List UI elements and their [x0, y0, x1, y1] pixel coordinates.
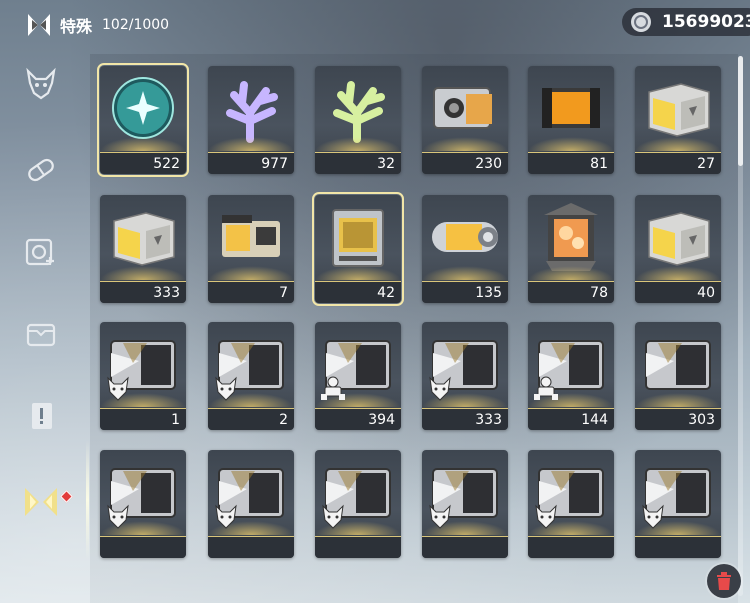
inventory-item-silver-crate[interactable]: [100, 450, 186, 558]
inventory-item-silver-crate[interactable]: [635, 450, 721, 558]
crate-icon: [26, 323, 56, 347]
item-quantity: [100, 536, 186, 558]
sidebar-item-demon[interactable]: [22, 65, 60, 103]
hourglass-logo-icon: [28, 14, 50, 36]
wolf-emblem-icon: [107, 504, 129, 529]
item-quantity: [422, 536, 508, 558]
wolf-emblem-icon: [215, 376, 237, 401]
inventory-item-yellow-device[interactable]: 7: [208, 195, 294, 303]
pill-capsule-icon: [28, 158, 54, 182]
inventory-count: 102/1000: [102, 17, 170, 33]
item-quantity: 27: [635, 152, 721, 174]
alert-document-icon: [32, 403, 52, 429]
item-quantity: 32: [315, 152, 401, 174]
item-quantity: 144: [528, 408, 614, 430]
item-quantity: 394: [315, 408, 401, 430]
item-quantity: 333: [100, 281, 186, 303]
wolf-emblem-icon: [429, 376, 451, 401]
wolf-emblem-icon: [107, 376, 129, 401]
currency-display[interactable]: 15699023: [622, 8, 750, 36]
item-quantity: 78: [528, 281, 614, 303]
item-glow: [635, 393, 721, 407]
item-quantity: [315, 536, 401, 558]
item-quantity: 2: [208, 408, 294, 430]
item-quantity: 303: [635, 408, 721, 430]
sidebar-item-crate[interactable]: [22, 315, 60, 353]
notification-dot: [60, 490, 73, 503]
item-quantity: 522: [100, 152, 186, 174]
discard-button[interactable]: [707, 564, 741, 598]
inventory-item-gold-box[interactable]: 333: [100, 195, 186, 303]
item-glow: [315, 266, 401, 280]
trash-icon: [717, 572, 731, 590]
inventory-item-silver-crate[interactable]: [315, 450, 401, 558]
currency-amount: 15699023: [662, 12, 750, 32]
mech-emblem-icon: [321, 376, 345, 400]
inventory-item-gold-box[interactable]: 27: [635, 66, 721, 174]
item-glow: [528, 266, 614, 280]
item-glow: [208, 137, 294, 151]
item-glow: [422, 266, 508, 280]
wolf-emblem-icon: [535, 504, 557, 529]
inventory-item-gold-box[interactable]: 40: [635, 195, 721, 303]
sidebar-item-module[interactable]: [22, 233, 60, 271]
inventory-item-silver-crate[interactable]: [208, 450, 294, 558]
inventory-item-silver-crate[interactable]: 394: [315, 322, 401, 430]
inventory-item-printer[interactable]: 42: [312, 192, 404, 306]
item-quantity: 135: [422, 281, 508, 303]
category-sidebar: [0, 55, 85, 603]
scrollbar-thumb[interactable]: [738, 56, 743, 166]
item-quantity: 42: [315, 281, 401, 303]
item-quantity: 40: [635, 281, 721, 303]
inventory-item-silver-crate[interactable]: 333: [422, 322, 508, 430]
item-glow: [635, 266, 721, 280]
inventory-item-coral-rainbow[interactable]: 977: [208, 66, 294, 174]
inventory-item-coral-gold[interactable]: 32: [315, 66, 401, 174]
inventory-item-silver-crate[interactable]: 144: [528, 322, 614, 430]
special-hourglass-icon: [25, 488, 57, 516]
wolf-emblem-icon: [322, 504, 344, 529]
inventory-item-silver-crate[interactable]: [422, 450, 508, 558]
item-glow: [635, 137, 721, 151]
page-title: 特殊: [60, 17, 93, 36]
wolf-emblem-icon: [215, 504, 237, 529]
item-quantity: [208, 536, 294, 558]
demon-mask-icon: [26, 67, 56, 100]
module-plus-icon: [25, 238, 54, 266]
item-glow: [528, 137, 614, 151]
inventory-item-silver-crate[interactable]: [528, 450, 614, 558]
item-glow: [100, 266, 186, 280]
item-quantity: [528, 536, 614, 558]
inventory-item-tech-crate[interactable]: 230: [422, 66, 508, 174]
header: 特殊 102/1000: [26, 10, 169, 40]
inventory-item-silver-crate[interactable]: 2: [208, 322, 294, 430]
sidebar-item-quest[interactable]: [22, 397, 60, 435]
inventory-item-silver-crate[interactable]: 303: [635, 322, 721, 430]
inventory-item-orb[interactable]: 522: [97, 63, 189, 177]
inventory-item-orange-canister[interactable]: 81: [528, 66, 614, 174]
item-quantity: 7: [208, 281, 294, 303]
item-quantity: 230: [422, 152, 508, 174]
sidebar-item-consumable[interactable]: [22, 151, 60, 189]
item-quantity: 977: [208, 152, 294, 174]
item-quantity: 81: [528, 152, 614, 174]
item-quantity: 1: [100, 408, 186, 430]
wolf-emblem-icon: [642, 504, 664, 529]
item-grid[interactable]: 522 977 32 230 81 27 333 7 42 135 78 40: [90, 54, 738, 603]
scrollbar[interactable]: [738, 56, 743, 596]
sidebar-divider: [86, 440, 89, 560]
item-glow: [208, 266, 294, 280]
mech-emblem-icon: [534, 376, 558, 400]
item-glow: [100, 137, 186, 151]
inventory-item-lantern[interactable]: 78: [528, 195, 614, 303]
item-quantity: [635, 536, 721, 558]
sidebar-item-special[interactable]: [18, 479, 73, 525]
coin-icon: [631, 12, 651, 32]
wolf-emblem-icon: [429, 504, 451, 529]
inventory-item-capsule[interactable]: 135: [422, 195, 508, 303]
inventory-item-silver-crate[interactable]: 1: [100, 322, 186, 430]
item-glow: [422, 137, 508, 151]
item-quantity: 333: [422, 408, 508, 430]
item-glow: [315, 137, 401, 151]
